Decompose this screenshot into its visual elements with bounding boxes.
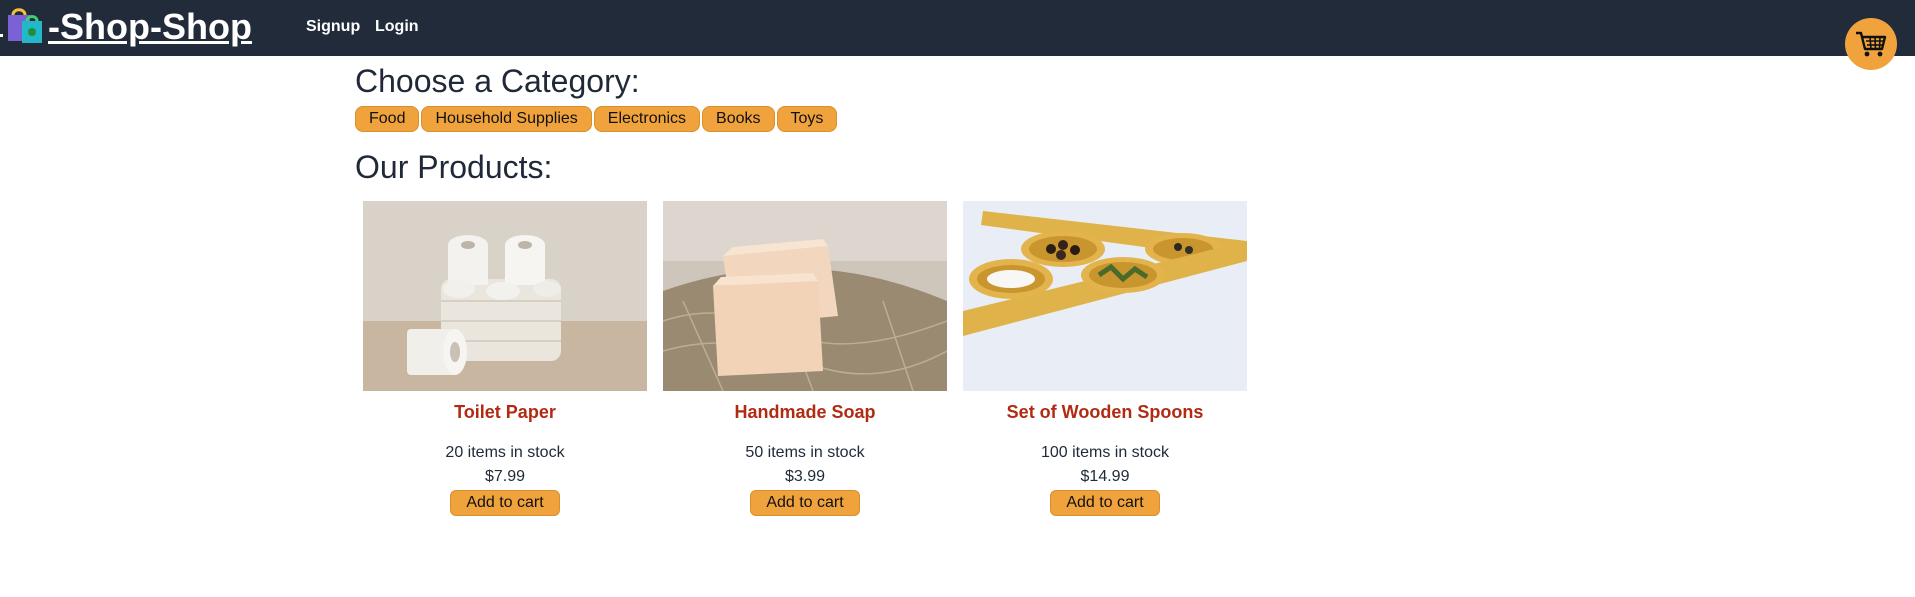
add-to-cart-button[interactable]: Add to cart bbox=[1050, 490, 1160, 516]
product-card-handmade-soap: Handmade Soap 50 items in stock $3.99 Ad… bbox=[663, 201, 947, 516]
product-price: $14.99 bbox=[1080, 468, 1130, 485]
product-stock: 20 items in stock bbox=[445, 444, 565, 461]
nav-login-link[interactable]: Login bbox=[375, 17, 419, 37]
product-name[interactable]: Handmade Soap bbox=[663, 401, 947, 423]
brand-name-link[interactable]: -Shop-Shop bbox=[48, 5, 252, 49]
category-button-household-supplies[interactable]: Household Supplies bbox=[421, 106, 592, 132]
category-button-food[interactable]: Food bbox=[355, 106, 420, 132]
product-image-wooden-spoons[interactable] bbox=[963, 201, 1247, 391]
products-heading: Our Products: bbox=[355, 149, 553, 185]
category-heading: Choose a Category: bbox=[355, 63, 640, 99]
product-image-handmade-soap[interactable] bbox=[663, 201, 947, 391]
category-list: Food Household Supplies Electronics Book… bbox=[355, 106, 838, 132]
brand-dot bbox=[0, 34, 3, 37]
product-card-toilet-paper: Toilet Paper 20 items in stock $7.99 Add… bbox=[363, 201, 647, 516]
product-name[interactable]: Set of Wooden Spoons bbox=[963, 401, 1247, 423]
product-name[interactable]: Toilet Paper bbox=[363, 401, 647, 423]
add-to-cart-button[interactable]: Add to cart bbox=[450, 490, 560, 516]
product-price: $3.99 bbox=[784, 468, 826, 485]
product-image-toilet-paper[interactable] bbox=[363, 201, 647, 391]
category-button-toys[interactable]: Toys bbox=[776, 106, 838, 132]
category-button-electronics[interactable]: Electronics bbox=[593, 106, 701, 132]
top-navbar: -Shop-Shop Signup Login bbox=[0, 0, 1915, 56]
product-price: $7.99 bbox=[484, 468, 526, 485]
shopping-cart-icon bbox=[1856, 31, 1887, 57]
shopping-bags-logo-icon[interactable] bbox=[5, 5, 47, 45]
cart-button[interactable] bbox=[1845, 18, 1897, 70]
nav-signup-link[interactable]: Signup bbox=[306, 17, 360, 37]
add-to-cart-button[interactable]: Add to cart bbox=[750, 490, 860, 516]
product-stock: 100 items in stock bbox=[1040, 444, 1170, 461]
product-stock: 50 items in stock bbox=[745, 444, 865, 461]
category-button-books[interactable]: Books bbox=[702, 106, 775, 132]
product-card-set-of-wooden-spoons: Set of Wooden Spoons 100 items in stock … bbox=[963, 201, 1247, 516]
